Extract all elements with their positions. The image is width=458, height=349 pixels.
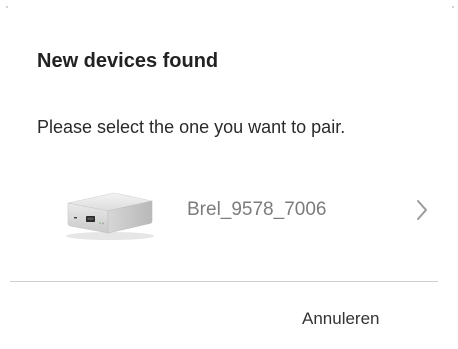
corner-mark-right xyxy=(452,6,454,8)
dialog-subtitle: Please select the one you want to pair. xyxy=(37,117,346,137)
corner-mark-left xyxy=(6,6,8,8)
cancel-button[interactable]: Annuleren xyxy=(302,309,380,329)
dialog-title: New devices found xyxy=(37,50,219,72)
new-devices-dialog: New devices found Please select the one … xyxy=(0,0,458,349)
device-list-item[interactable]: Brel_9578_7006 xyxy=(0,176,458,246)
divider xyxy=(10,281,438,282)
chevron-right-icon xyxy=(417,200,427,220)
device-name: Brel_9578_7006 xyxy=(187,199,327,220)
hub-device-icon xyxy=(66,192,154,240)
